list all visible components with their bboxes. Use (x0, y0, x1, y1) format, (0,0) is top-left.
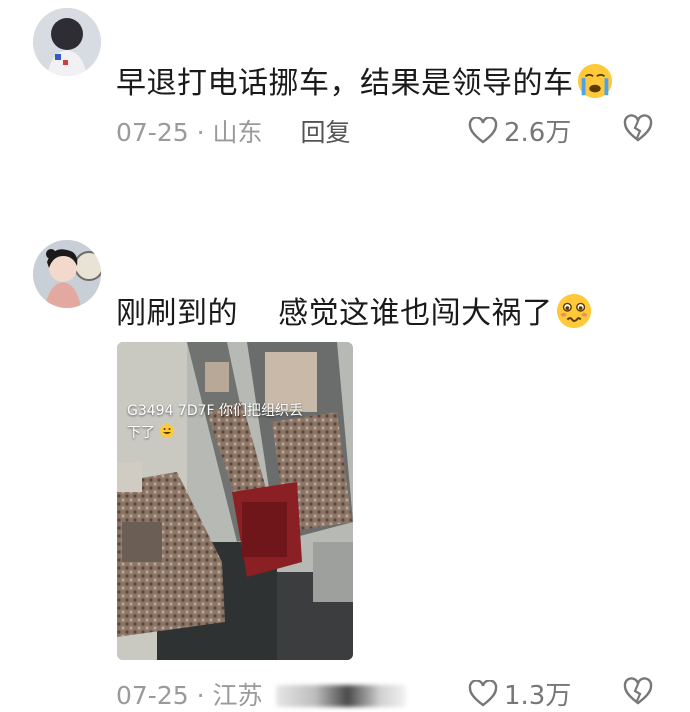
reply-button-redacted[interactable] (276, 685, 407, 707)
comment-meta: 07-25 · 江苏 (116, 676, 407, 712)
comment-text: 早退打电话挪车，结果是领导的车 (116, 58, 614, 102)
comment-date: 07-25 (116, 118, 189, 147)
image-caption-line2: 下了 (127, 425, 155, 441)
comment-image[interactable]: G3494 7D7F 你们把组织丢 下了 (117, 342, 353, 660)
comment-text: 刚刷到的 感觉这谁也闯大祸了 (116, 288, 593, 332)
image-caption: G3494 7D7F 你们把组织丢 下了 (127, 400, 347, 444)
avatar[interactable] (33, 8, 101, 76)
comment-text-content: 刚刷到的 感觉这谁也闯大祸了 (116, 296, 553, 331)
heart-icon (468, 116, 498, 143)
reply-button[interactable]: 回复 (300, 118, 350, 147)
crying-face-icon (577, 63, 612, 99)
separator: · (196, 681, 205, 710)
like-button[interactable]: 2.6万 (468, 112, 571, 149)
avatar[interactable] (33, 240, 101, 308)
comment-location: 江苏 (212, 681, 263, 710)
image-caption-line1: G3494 7D7F 你们把组织丢 (127, 403, 304, 419)
broken-heart-icon[interactable] (623, 677, 653, 707)
comment-meta: 07-25 · 山东 回复 (116, 113, 351, 149)
broken-heart-icon[interactable] (623, 114, 653, 144)
heart-icon (468, 679, 498, 706)
like-button[interactable]: 1.3万 (468, 675, 571, 712)
comment-date: 07-25 (116, 681, 189, 710)
comment-text-content: 早退打电话挪车，结果是领导的车 (116, 66, 574, 101)
like-count: 1.3万 (504, 681, 572, 711)
anxious-face-icon (556, 293, 591, 329)
separator: · (196, 118, 205, 147)
like-count: 2.6万 (504, 118, 572, 148)
grin-icon (160, 424, 175, 438)
comment-location: 山东 (212, 118, 263, 147)
image-caption-line2-row: 下了 (127, 422, 347, 444)
